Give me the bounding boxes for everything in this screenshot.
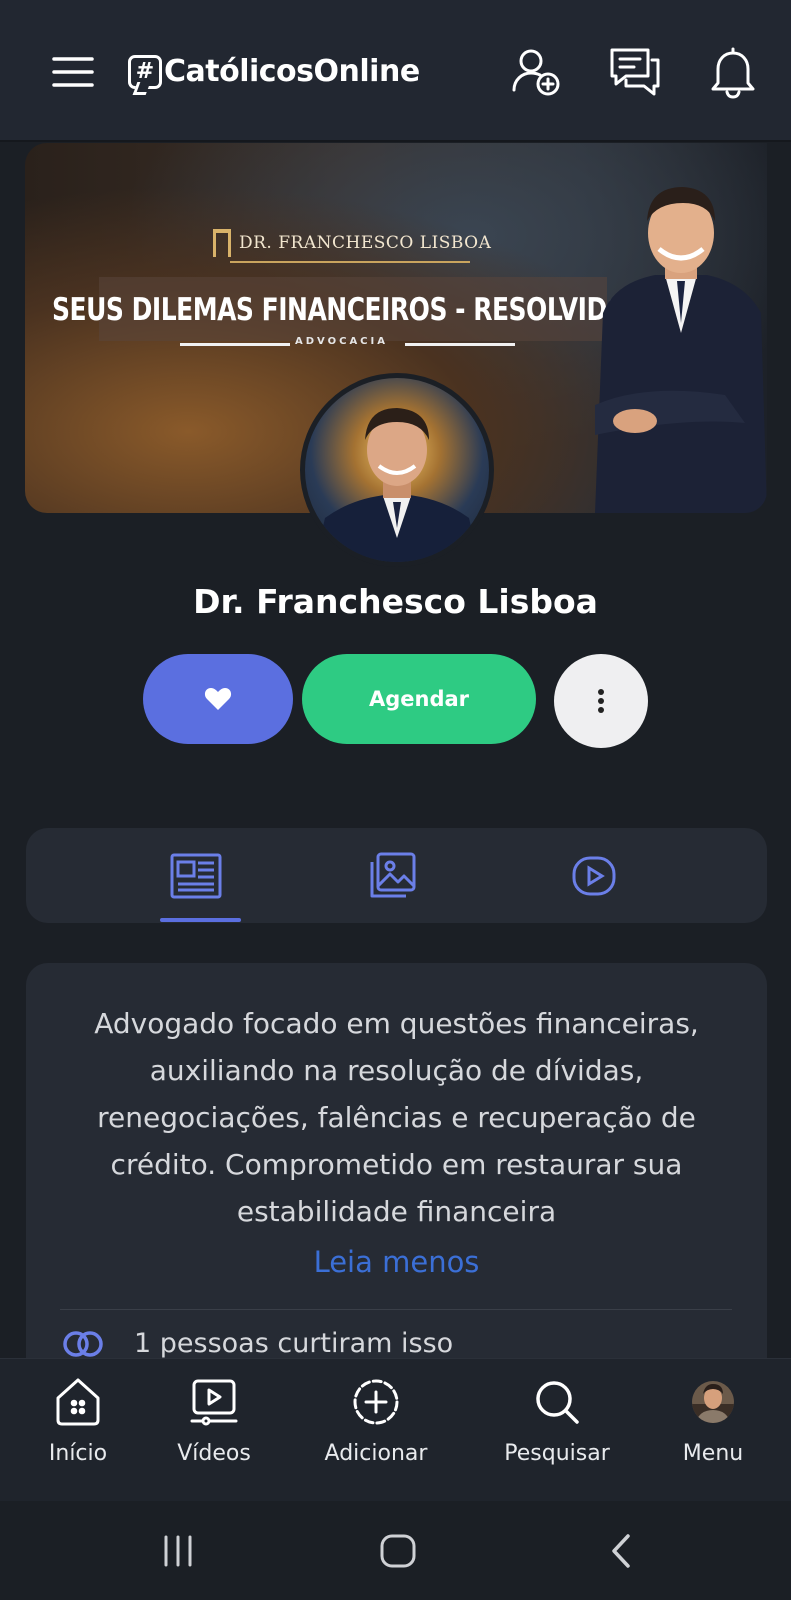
messages-icon[interactable]: [607, 44, 663, 100]
nav-home-label: Início: [48, 1441, 108, 1466]
cover-headline-box: SEUS DILEMAS FINANCEIROS - RESOLVIDOS.: [52, 277, 654, 341]
logo-hash-icon: #: [128, 54, 162, 89]
logo-text: CatólicosOnline: [164, 54, 420, 89]
active-tab-indicator: [160, 918, 241, 922]
tab-videos[interactable]: [566, 848, 622, 904]
avatar-person-illustration: [315, 408, 479, 562]
add-icon: [347, 1373, 405, 1431]
reactions-icon: [63, 1330, 103, 1357]
read-less-link[interactable]: Leia menos: [26, 1245, 767, 1279]
app-logo[interactable]: # CatólicosOnline: [128, 54, 420, 89]
cover-headline: SEUS DILEMAS FINANCEIROS - RESOLVIDOS.: [52, 290, 654, 328]
cover-person-illustration: [595, 187, 767, 513]
search-icon: [528, 1373, 586, 1431]
about-text: Advogado focado em questões financeiras,…: [94, 1007, 699, 1228]
add-friend-icon[interactable]: [508, 44, 564, 100]
like-button[interactable]: [143, 654, 293, 744]
about-card: Advogado focado em questões financeiras,…: [26, 963, 767, 1383]
cover-sub-rule-left: [180, 343, 290, 346]
cover-brand-text: DR. FRANCHESCO LISBOA: [239, 233, 492, 253]
cover-sub-rule-right: [405, 343, 515, 346]
back-icon[interactable]: [596, 1531, 646, 1571]
recent-apps-icon[interactable]: [153, 1531, 203, 1571]
bottom-navigation: Início Vídeos Adicionar Pesquisar Menu: [0, 1358, 791, 1501]
cover-subline: ADVOCACIA: [295, 336, 388, 347]
heart-icon: [204, 688, 232, 710]
nav-menu-label: Menu: [682, 1441, 744, 1466]
profile-tabs: [26, 828, 767, 923]
likes-text: 1 pessoas curtiram isso: [134, 1328, 454, 1359]
nav-home[interactable]: Início: [3, 1373, 153, 1466]
likes-row[interactable]: 1 pessoas curtiram isso: [62, 1328, 453, 1359]
about-divider: [60, 1309, 732, 1310]
nav-add[interactable]: Adicionar: [301, 1373, 451, 1466]
profile-avatar[interactable]: [300, 373, 494, 567]
newspaper-icon: [170, 853, 222, 899]
nav-search[interactable]: Pesquisar: [482, 1373, 632, 1466]
cover-divider: [230, 261, 470, 263]
profile-name: Dr. Franchesco Lisboa: [193, 582, 598, 621]
video-play-icon: [572, 856, 616, 896]
notifications-bell-icon[interactable]: [705, 44, 761, 100]
more-options-button[interactable]: [554, 654, 648, 748]
more-vertical-icon: [598, 689, 604, 713]
nav-menu[interactable]: Menu: [638, 1373, 788, 1466]
hamburger-menu-icon[interactable]: [45, 44, 101, 100]
home-button-icon[interactable]: [373, 1531, 423, 1571]
video-icon: [185, 1373, 243, 1431]
user-avatar-thumbnail: [684, 1373, 742, 1431]
nav-search-label: Pesquisar: [504, 1441, 610, 1466]
home-icon: [49, 1373, 107, 1431]
cover-brand-line: DR. FRANCHESCO LISBOA: [213, 229, 491, 257]
system-navigation-bar: [0, 1501, 791, 1600]
nav-videos-label: Vídeos: [177, 1441, 251, 1466]
nav-videos[interactable]: Vídeos: [139, 1373, 289, 1466]
gallery-icon: [370, 852, 416, 898]
nav-add-label: Adicionar: [324, 1441, 428, 1466]
schedule-button[interactable]: Agendar: [302, 654, 536, 744]
pillar-logo-icon: [213, 229, 231, 257]
tab-posts[interactable]: [168, 848, 224, 904]
tab-photos[interactable]: [364, 848, 420, 904]
top-app-bar: # CatólicosOnline: [0, 0, 791, 142]
